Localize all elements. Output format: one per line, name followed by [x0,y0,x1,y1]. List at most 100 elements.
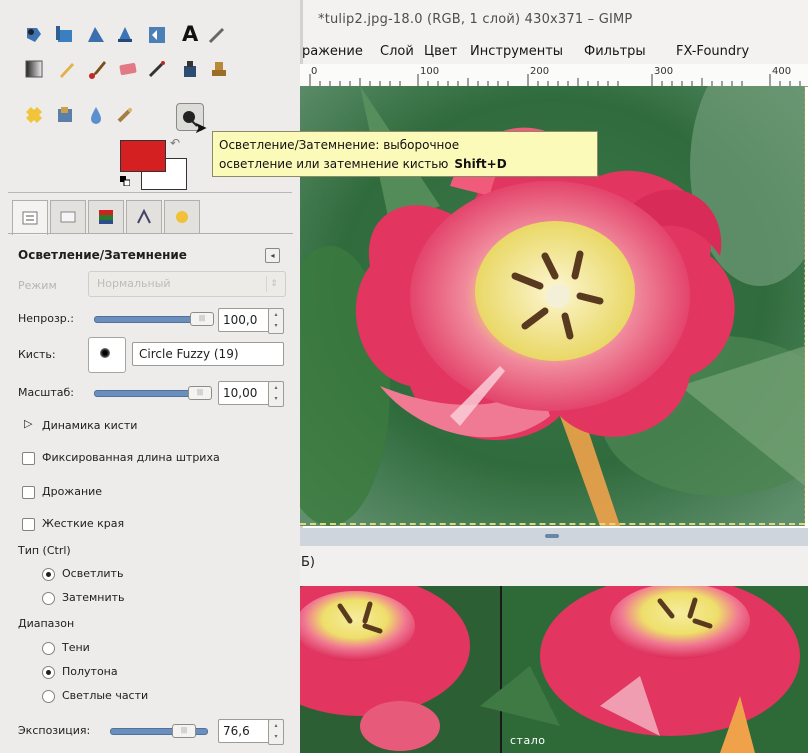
scale-label: Масштаб: [18,386,74,399]
scale-spinbutton[interactable]: 10,00 ▴ ▾ [218,381,284,407]
heal-icon[interactable] [22,103,46,127]
scale-slider-handle[interactable]: ||| [188,386,212,400]
exposure-label: Экспозиция: [18,724,91,737]
exposure-spinbutton[interactable]: 76,6 ▴ ▾ [218,719,284,745]
ruler-mark: 300 [654,66,674,77]
midtones-radio-label: Полутона [62,665,118,678]
highlights-radio-label: Светлые части [62,689,149,702]
color-picker-icon[interactable] [205,23,229,47]
pencil-icon[interactable] [55,57,79,81]
mode-select[interactable]: Нормальный ⇕ [88,271,286,297]
blur-sharpen-icon[interactable] [84,103,108,127]
spin-arrows-icon[interactable]: ▴ ▾ [268,308,284,334]
menu-image[interactable]: ражение [302,44,363,59]
paths-icon[interactable] [84,23,108,47]
brush-label: Кисть: [18,348,56,361]
align-icon[interactable] [113,23,137,47]
menu-filters[interactable]: Фильтры [584,44,646,59]
dodge-radio[interactable] [42,568,55,581]
menu-fx-foundry[interactable]: FX-Foundry [676,44,749,59]
highlights-radio[interactable] [42,690,55,703]
paintbrush-icon[interactable] [86,57,110,81]
horizontal-ruler[interactable] [300,64,808,87]
tab-tool-options[interactable] [12,200,48,235]
after-label: стало [510,734,546,747]
menu-layer[interactable]: Слой [380,44,414,59]
clone-icon[interactable] [207,57,231,81]
fixed-stroke-label: Фиксированная длина штриха [42,451,220,464]
mode-value: Нормальный [97,277,171,290]
ruler-mark: 200 [530,66,550,77]
midtones-radio[interactable] [42,666,55,679]
tooltip-line-2-text: осветление или затемнение кистью [219,157,449,171]
mouse-cursor-icon: ➤ [194,118,208,137]
perspective-clone-icon[interactable] [53,103,77,127]
text-icon[interactable]: A [178,21,202,45]
undo-history-icon [176,211,188,223]
exposure-slider-handle[interactable]: ||| [172,724,196,738]
crop-icon[interactable] [53,23,77,47]
tool-tooltip: Осветление/Затемнение: выборочное осветл… [212,131,598,177]
tab-device-status[interactable] [50,200,86,233]
smudge-icon[interactable] [113,103,137,127]
dodge-radio-label: Осветлить [62,567,124,580]
menu-colors[interactable]: Цвет [424,44,457,59]
tool-options-title: Осветление/Затемнение [18,248,187,262]
tool-options-icon [22,211,38,225]
reset-colors-icon[interactable] [120,176,130,186]
tooltip-line-2: осветление или затемнение кистью Shift+D [219,155,591,174]
foreground-select-icon[interactable] [22,23,46,47]
opacity-label: Непрозр.: [18,312,74,325]
flip-icon[interactable] [145,23,169,47]
mode-label: Режим [18,279,57,292]
scale-value: 10,00 [223,386,258,400]
ruler-mark: 400 [772,66,792,77]
opacity-spinbutton[interactable]: 100,0 ▴ ▾ [218,308,284,334]
before-after-photos [250,576,808,753]
hard-edges-label: Жесткие края [42,517,125,530]
options-menu-button[interactable]: ◂ [265,248,280,263]
tab-undo[interactable] [164,200,200,233]
fixed-stroke-checkbox[interactable] [22,452,35,465]
dynamics-expander-label[interactable]: Динамика кисти [42,419,137,432]
expander-arrow-icon[interactable]: ▷ [24,417,32,430]
comparison-photos [250,576,808,753]
airbrush-icon[interactable] [145,57,169,81]
canvas-boundary [804,86,806,526]
caption-area [300,546,808,586]
brush-name-field[interactable]: Circle Fuzzy (19) [132,342,284,366]
shadows-radio-label: Тени [62,641,90,654]
ink-icon[interactable] [178,57,202,81]
preview-caption: Б) [301,555,315,570]
opacity-slider-handle[interactable]: ||| [190,312,214,326]
spin-arrows-icon[interactable]: ▴ ▾ [268,381,284,407]
eraser-icon[interactable] [116,57,140,81]
range-label: Диапазон [18,617,75,630]
spin-arrows-icon[interactable]: ▴ ▾ [268,719,284,745]
tab-layers[interactable] [88,200,124,233]
jitter-label: Дрожание [42,485,103,498]
separator [8,192,292,193]
burn-radio[interactable] [42,592,55,605]
tab-paths[interactable] [126,200,162,233]
tooltip-shortcut: Shift+D [454,157,507,171]
jitter-checkbox[interactable] [22,486,35,499]
blend-icon[interactable] [22,57,46,81]
ruler-mark: 100 [420,66,440,77]
opacity-value: 100,0 [223,313,258,327]
ruler-mark: 0 [311,66,318,77]
swap-colors-icon[interactable]: ↶ [170,136,180,150]
foreground-color-swatch[interactable] [120,140,166,172]
type-label: Тип (Ctrl) [18,544,71,557]
hard-edges-checkbox[interactable] [22,518,35,531]
paths-dock-icon [137,208,151,224]
tooltip-line-1: Осветление/Затемнение: выборочное [219,138,460,152]
device-status-icon [60,211,76,223]
burn-radio-label: Затемнить [62,591,125,604]
menu-tools[interactable]: Инструменты [470,44,563,59]
brush-shape-icon [100,348,110,358]
divider-grip-icon[interactable] [545,534,559,538]
window-title: *tulip2.jpg-18.0 (RGB, 1 слой) 430x371 –… [318,12,633,27]
shadows-radio[interactable] [42,642,55,655]
select-arrow-icon: ⇕ [266,276,281,292]
